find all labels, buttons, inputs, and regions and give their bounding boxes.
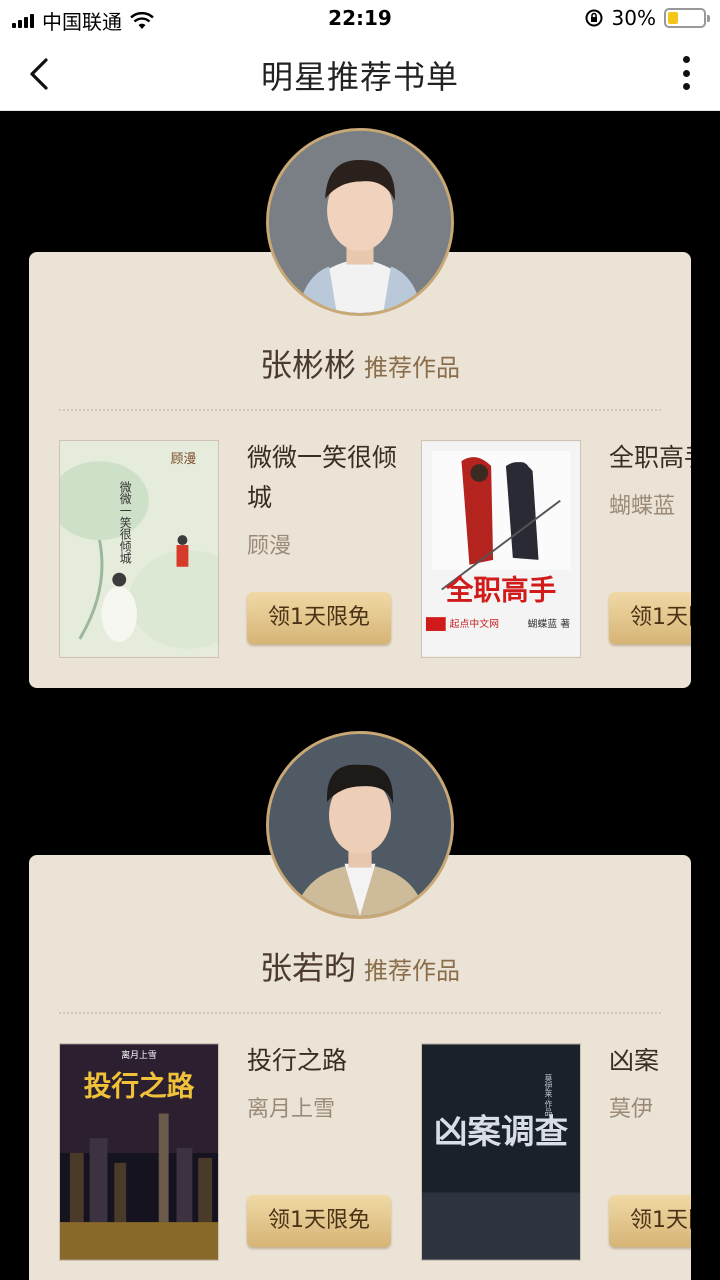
star-subtitle: 推荐作品 bbox=[364, 354, 460, 382]
book-title[interactable]: 全职高手 bbox=[609, 438, 691, 478]
book-item[interactable]: 顾漫 微微一笑很倾城 微微一笑很倾城 顾漫 领1天限免 bbox=[59, 440, 399, 658]
booklist-content[interactable]: 张彬彬 推荐作品 顾漫 微微一笑很倾城 微微一笑很倾城 顾漫 领1天限免 全职高… bbox=[0, 111, 720, 1280]
dotted-divider bbox=[59, 1012, 661, 1014]
star-heading: 张若昀 推荐作品 bbox=[29, 943, 691, 989]
star-avatar[interactable] bbox=[266, 731, 454, 919]
book-item[interactable]: 凶案调查 莫伊莱·作品 凶案 莫伊 领1天限免 bbox=[421, 1043, 691, 1261]
book-cover[interactable]: 凶案调查 莫伊莱·作品 bbox=[421, 1043, 581, 1261]
status-bar: 中国联通 22:19 30% bbox=[0, 0, 720, 36]
cover-author: 莫伊莱·作品 bbox=[544, 1073, 553, 1117]
cover-title: 凶案调查 bbox=[434, 1111, 569, 1151]
book-title[interactable]: 凶案 bbox=[609, 1041, 691, 1081]
rotation-lock-icon bbox=[585, 9, 603, 27]
book-item[interactable]: 离月上雪 投行之路 投行之路 离月上雪 领1天限免 bbox=[59, 1043, 399, 1261]
dotted-divider bbox=[59, 409, 661, 411]
free-trial-button[interactable]: 领1天限免 bbox=[247, 592, 391, 644]
status-right: 30% bbox=[584, 6, 710, 30]
free-trial-button[interactable]: 领1天限免 bbox=[609, 592, 691, 644]
battery-percent: 30% bbox=[611, 6, 656, 30]
battery-fill bbox=[668, 12, 679, 24]
book-cover-art: 凶案调查 莫伊莱·作品 bbox=[422, 1044, 580, 1260]
cover-author: 离月上雪 bbox=[121, 1049, 157, 1061]
battery-icon bbox=[664, 8, 710, 28]
star-name: 张彬彬 bbox=[259, 346, 356, 384]
book-cover-art: 全职高手 起点中文网 蝴蝶蓝 著 bbox=[422, 441, 580, 657]
cover-publisher: 起点中文网 bbox=[450, 617, 499, 630]
book-cover[interactable]: 顾漫 微微一笑很倾城 bbox=[59, 440, 219, 658]
book-cover-art: 离月上雪 投行之路 bbox=[60, 1044, 218, 1260]
book-cover[interactable]: 全职高手 起点中文网 蝴蝶蓝 著 bbox=[421, 440, 581, 658]
book-cover[interactable]: 离月上雪 投行之路 bbox=[59, 1043, 219, 1261]
star-heading: 张彬彬 推荐作品 bbox=[29, 340, 691, 386]
book-title[interactable]: 微微一笑很倾城 bbox=[247, 438, 397, 518]
nav-bar: 明星推荐书单 bbox=[0, 36, 720, 111]
book-cover-art: 顾漫 微微一笑很倾城 bbox=[60, 441, 218, 657]
star-subtitle: 推荐作品 bbox=[364, 957, 460, 985]
book-author: 离月上雪 bbox=[247, 1097, 336, 1122]
star-avatar[interactable] bbox=[266, 128, 454, 316]
star-card: 张彬彬 推荐作品 顾漫 微微一笑很倾城 微微一笑很倾城 顾漫 领1天限免 全职高… bbox=[29, 252, 691, 688]
cover-title: 投行之路 bbox=[84, 1070, 195, 1103]
cover-author: 蝴蝶蓝 著 bbox=[528, 617, 571, 630]
vertical-ellipsis-icon[interactable] bbox=[680, 56, 692, 90]
star-name: 张若昀 bbox=[259, 949, 356, 987]
book-title[interactable]: 投行之路 bbox=[247, 1041, 397, 1081]
cover-title: 微微一笑很倾城 bbox=[118, 480, 132, 564]
free-trial-button[interactable]: 领1天限免 bbox=[609, 1195, 691, 1247]
book-author: 蝴蝶蓝 bbox=[609, 494, 676, 519]
book-author: 莫伊 bbox=[609, 1097, 654, 1122]
free-trial-button[interactable]: 领1天限免 bbox=[247, 1195, 391, 1247]
avatar-photo bbox=[269, 131, 451, 313]
page-title: 明星推荐书单 bbox=[260, 58, 459, 96]
book-item[interactable]: 全职高手 起点中文网 蝴蝶蓝 著 全职高手 蝴蝶蓝 领1天限免 bbox=[421, 440, 691, 658]
book-author: 顾漫 bbox=[247, 534, 292, 559]
cover-author: 顾漫 bbox=[171, 452, 197, 467]
avatar-photo bbox=[269, 734, 451, 916]
cover-title: 全职高手 bbox=[445, 573, 557, 606]
